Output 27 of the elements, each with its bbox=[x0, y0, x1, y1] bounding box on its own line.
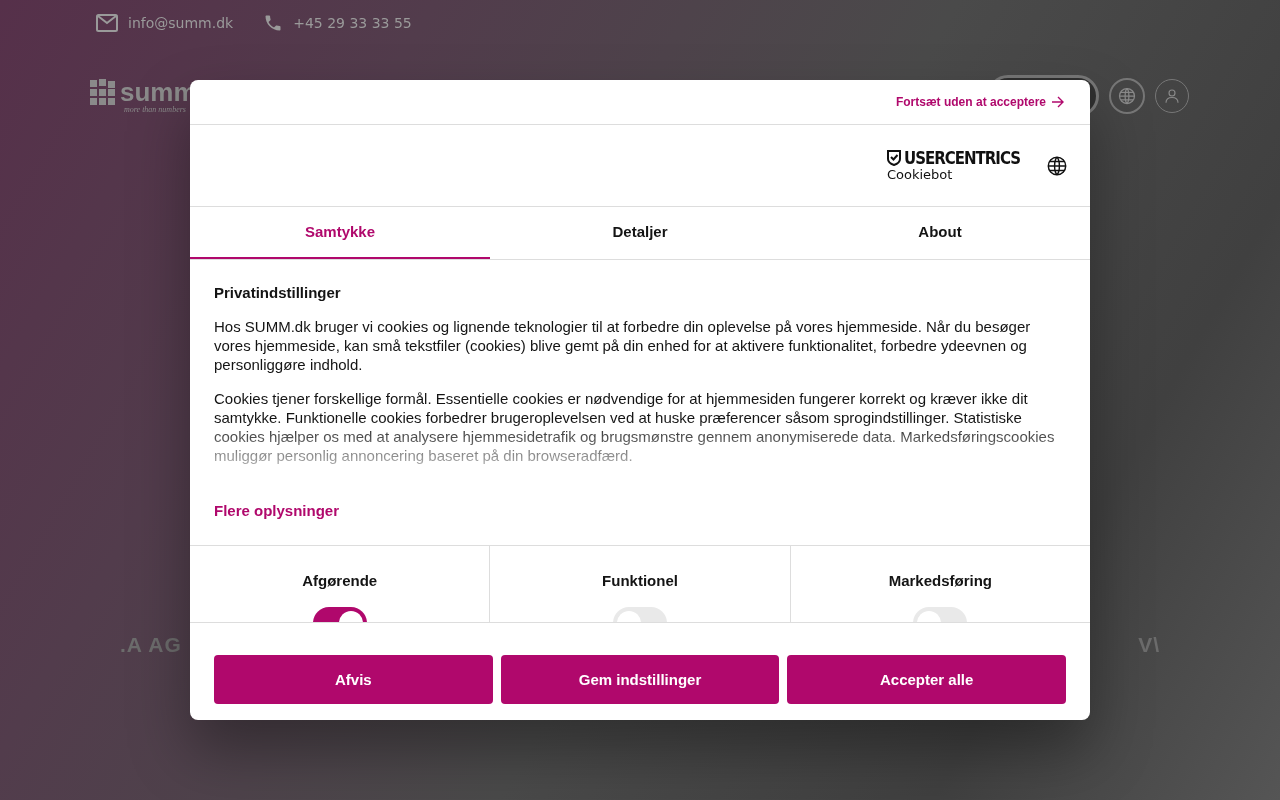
category-label: Markedsføring bbox=[888, 572, 992, 589]
language-button[interactable] bbox=[1046, 154, 1068, 177]
logo-tagline: more than numbers bbox=[124, 104, 187, 114]
contact-text[interactable]: info@summ.dk bbox=[128, 14, 234, 31]
arrow-right-icon bbox=[1051, 96, 1064, 108]
user-icon bbox=[1163, 87, 1181, 105]
description-paragraph: Cookies tjener forskellige formål. Essentielle cookies er nødvendige for at hjemmesiden fungerer korrekt og kræver ikke dit samtykke. Funktionelle cookies forbedrer brugeroplevelsen ved at huske præferencer såsom sprogindstillinger. Statistiske cookies hjælper os med at analysere hjemmesidetrafik og brugsmønstre gennem anonymiserede data. Markedsføringscookies muliggør personlig annoncering baseret på din browseradfærd. bbox=[214, 389, 1056, 465]
tab[interactable]: About bbox=[790, 207, 1090, 259]
description-paragraph: Hos SUMM.dk bruger vi cookies og lignende teknologier til at forbedre din oplevelse på vores hjemmeside. Når du besøger vores hjemmeside, kan små tekstfiler (cookies) blive gemt på din enhed for at aktivere funktionalitet, forbedre ydeevnen og personliggøre indhold. bbox=[214, 317, 1032, 374]
section-heading: Privatindstillinger bbox=[214, 284, 342, 301]
globe-icon bbox=[1117, 86, 1137, 106]
more-information-link[interactable]: Flere oplysninger bbox=[214, 502, 340, 519]
continue-without-accepting-link[interactable]: Fortsæt uden at acceptere bbox=[895, 95, 1064, 109]
tab[interactable]: Detaljer bbox=[490, 207, 790, 259]
category-label: Afgørende bbox=[302, 572, 378, 589]
globe-icon bbox=[1046, 154, 1068, 177]
action-button[interactable]: Gem indstillinger bbox=[500, 655, 780, 704]
grid-logo-icon bbox=[90, 78, 116, 107]
brand-product: Cookiebot bbox=[886, 166, 954, 183]
category-label: Funktionel bbox=[602, 572, 678, 589]
tab[interactable]: Samtykke bbox=[190, 207, 490, 259]
brand-name: USERCENTRICS bbox=[903, 146, 1020, 169]
action-button[interactable]: Accepter alle bbox=[787, 655, 1066, 704]
mail-icon bbox=[96, 13, 118, 32]
contact-text[interactable]: +45 29 33 33 55 bbox=[293, 14, 412, 31]
action-button[interactable]: Afvis bbox=[214, 655, 493, 704]
shield-check-icon bbox=[886, 149, 901, 166]
